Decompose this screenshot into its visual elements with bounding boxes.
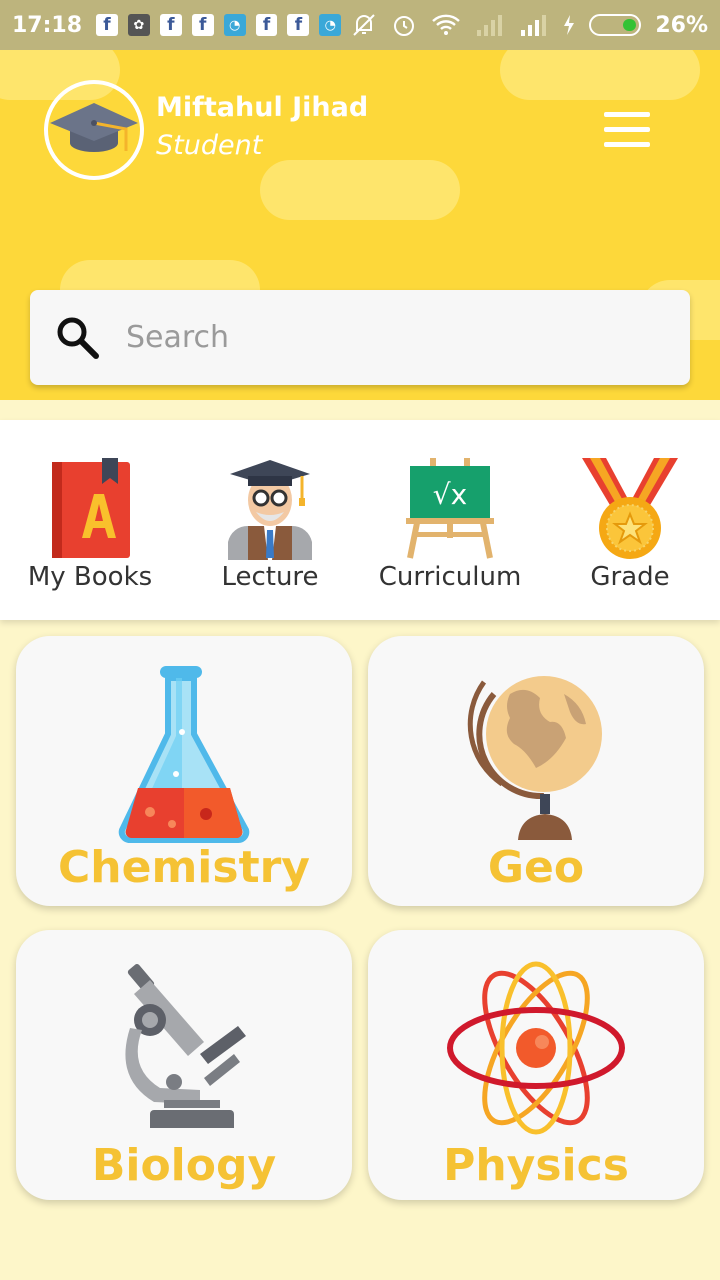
app-icon: ✿ xyxy=(127,14,150,36)
quick-nav: My Books Lecture √x Curriculum Grade xyxy=(0,420,720,620)
user-role: Student xyxy=(156,130,263,161)
decorative-blob xyxy=(260,160,460,220)
professor-icon xyxy=(228,460,312,560)
subject-card-physics[interactable]: Physics xyxy=(368,930,704,1200)
signal-icon xyxy=(521,15,547,36)
user-name: Miftahul Jihad xyxy=(156,92,369,123)
subject-card-biology[interactable]: Biology xyxy=(16,930,352,1200)
facebook-icon: f xyxy=(191,14,214,36)
subject-label: Geo xyxy=(487,842,585,893)
search-input[interactable]: Search xyxy=(126,320,229,355)
globe-icon xyxy=(467,676,602,840)
quick-nav-curriculum[interactable]: √x Curriculum xyxy=(360,458,540,592)
quick-nav-label: Grade xyxy=(590,562,670,592)
search-icon xyxy=(57,317,99,359)
medal-icon xyxy=(582,458,678,559)
app-icon: ◔ xyxy=(223,14,246,36)
subject-label: Chemistry xyxy=(58,842,310,893)
facebook-icon: f xyxy=(287,14,310,36)
graduation-cap-icon xyxy=(50,103,138,152)
menu-button[interactable] xyxy=(604,112,650,148)
avatar[interactable] xyxy=(44,80,144,180)
facebook-icon: f xyxy=(255,14,278,36)
decorative-blob xyxy=(500,50,700,100)
quick-nav-my-books[interactable]: My Books xyxy=(0,458,180,592)
wifi-icon xyxy=(432,14,461,35)
subject-label: Physics xyxy=(443,1140,629,1191)
status-bar: 17:18 f ✿ f f ◔ f f ◔ 26% xyxy=(0,0,720,50)
alarm-icon xyxy=(394,16,415,36)
microscope-icon xyxy=(125,964,246,1128)
battery-icon xyxy=(589,14,642,36)
flask-icon xyxy=(118,666,250,843)
status-time: 17:18 xyxy=(12,12,83,38)
facebook-icon: f xyxy=(96,14,118,36)
subject-label: Biology xyxy=(91,1140,277,1191)
app-icon: ◔ xyxy=(319,14,342,36)
facebook-icon: f xyxy=(159,14,182,36)
charging-icon xyxy=(564,15,575,35)
atom-icon xyxy=(447,961,625,1135)
svg-text:√x: √x xyxy=(433,478,467,511)
subject-card-chemistry[interactable]: Chemistry xyxy=(16,636,352,906)
book-icon xyxy=(52,458,130,558)
quick-nav-lecture[interactable]: Lecture xyxy=(180,458,360,592)
signal-icon xyxy=(477,15,503,36)
header: Miftahul Jihad Student Search xyxy=(0,50,720,400)
quick-nav-label: Curriculum xyxy=(378,562,522,592)
quick-nav-label: Lecture xyxy=(221,562,319,592)
chalkboard-icon: √x xyxy=(406,458,494,559)
mute-icon xyxy=(353,14,376,36)
quick-nav-grade[interactable]: Grade xyxy=(540,458,720,592)
quick-nav-label: My Books xyxy=(27,562,153,592)
search-bar[interactable]: Search xyxy=(30,290,690,385)
subject-card-geo[interactable]: Geo xyxy=(368,636,704,906)
battery-percent: 26% xyxy=(655,12,708,38)
